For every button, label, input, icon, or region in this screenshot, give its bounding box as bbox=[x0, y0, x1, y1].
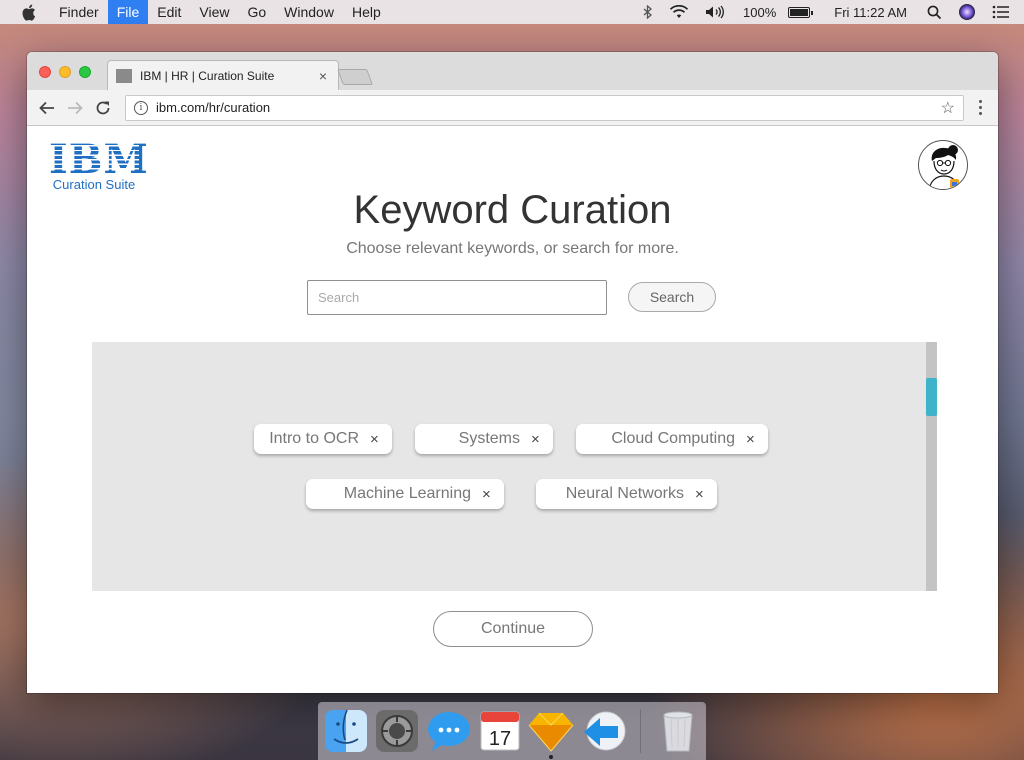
finder-icon[interactable] bbox=[324, 708, 369, 754]
remove-keyword-icon[interactable]: × bbox=[695, 486, 717, 503]
messages-icon[interactable] bbox=[426, 708, 472, 754]
search-input[interactable] bbox=[307, 280, 607, 315]
tab-title: IBM | HR | Curation Suite bbox=[140, 68, 275, 83]
zoom-window-button[interactable] bbox=[79, 66, 91, 78]
keyword-label: Systems bbox=[458, 430, 520, 447]
launchpad-icon[interactable] bbox=[375, 708, 420, 754]
bookmark-star-icon[interactable]: ☆ bbox=[941, 98, 955, 118]
continue-button[interactable]: Continue bbox=[433, 611, 593, 647]
keyword-chip[interactable]: Systems × bbox=[415, 424, 553, 454]
close-window-button[interactable] bbox=[39, 66, 51, 78]
spotlight-icon[interactable] bbox=[927, 5, 942, 20]
user-avatar[interactable] bbox=[918, 140, 968, 190]
volume-icon[interactable] bbox=[705, 5, 727, 19]
keyword-label: Intro to OCR bbox=[269, 430, 359, 447]
page-subtitle: Choose relevant keywords, or search for … bbox=[346, 240, 679, 257]
wifi-icon[interactable] bbox=[669, 5, 689, 19]
battery-icon[interactable] bbox=[788, 6, 814, 18]
menu-edit[interactable]: Edit bbox=[148, 0, 190, 24]
url-text[interactable]: ibm.com/hr/curation bbox=[156, 100, 941, 115]
menu-view[interactable]: View bbox=[190, 0, 238, 24]
keyword-chip[interactable]: Neural Networks × bbox=[536, 479, 717, 509]
keyword-label: Cloud Computing bbox=[611, 430, 735, 447]
keyword-label: Machine Learning bbox=[343, 485, 471, 502]
tab-strip: IBM | HR | Curation Suite × bbox=[27, 52, 998, 90]
page-title: Keyword Curation bbox=[353, 188, 672, 232]
notification-center-icon[interactable] bbox=[992, 5, 1010, 19]
siri-icon[interactable] bbox=[958, 3, 976, 21]
forward-icon[interactable] bbox=[63, 96, 87, 120]
menu-window[interactable]: Window bbox=[275, 0, 343, 24]
close-tab-icon[interactable]: × bbox=[316, 68, 330, 84]
new-tab-button[interactable] bbox=[337, 69, 373, 85]
search-button[interactable]: Search bbox=[628, 282, 716, 312]
battery-percent: 100% bbox=[743, 4, 777, 20]
sketch-icon[interactable] bbox=[528, 708, 574, 759]
keyword-panel: Intro to OCR × Systems × Cloud Computing… bbox=[92, 342, 937, 591]
remove-keyword-icon[interactable]: × bbox=[370, 431, 392, 448]
marvel-icon[interactable] bbox=[580, 708, 626, 754]
menu-go[interactable]: Go bbox=[238, 0, 275, 24]
reload-icon[interactable] bbox=[91, 96, 115, 120]
clock[interactable]: Fri 11:22 AM bbox=[834, 5, 907, 20]
dock-separator bbox=[640, 709, 642, 753]
browser-tab[interactable]: IBM | HR | Curation Suite × bbox=[107, 60, 339, 90]
favicon-icon bbox=[116, 68, 132, 83]
bluetooth-icon[interactable] bbox=[643, 5, 653, 19]
menu-file[interactable]: File bbox=[107, 0, 149, 24]
browser-menu-icon[interactable] bbox=[970, 100, 990, 115]
menu-app-name[interactable]: Finder bbox=[50, 0, 108, 24]
browser-toolbar: i ibm.com/hr/curation ☆ bbox=[27, 90, 998, 126]
back-icon[interactable] bbox=[35, 96, 59, 120]
remove-keyword-icon[interactable]: × bbox=[746, 431, 768, 448]
menu-bar: Finder File Edit View Go Window Help 100… bbox=[0, 0, 1024, 24]
menu-help[interactable]: Help bbox=[343, 0, 390, 24]
scrollbar-thumb[interactable] bbox=[926, 378, 937, 416]
remove-keyword-icon[interactable]: × bbox=[482, 486, 504, 503]
keyword-label: Neural Networks bbox=[565, 485, 684, 502]
trash-icon[interactable] bbox=[655, 708, 700, 754]
minimize-window-button[interactable] bbox=[59, 66, 71, 78]
apple-icon[interactable] bbox=[18, 2, 38, 22]
page-content: IBM Curation Suite Keyword Curation Choo… bbox=[27, 126, 998, 693]
keyword-chip[interactable]: Cloud Computing × bbox=[576, 424, 768, 454]
remove-keyword-icon[interactable]: × bbox=[531, 431, 553, 448]
ibm-logo[interactable]: IBM Curation Suite bbox=[49, 136, 149, 192]
keyword-chip[interactable]: Intro to OCR × bbox=[254, 424, 392, 454]
dock: 17 bbox=[318, 702, 706, 760]
calendar-day: 17 bbox=[489, 728, 511, 750]
calendar-icon[interactable]: 17 bbox=[478, 708, 523, 754]
window-controls bbox=[39, 66, 91, 78]
site-info-icon[interactable]: i bbox=[134, 100, 148, 115]
keyword-chip[interactable]: Machine Learning × bbox=[306, 479, 504, 509]
address-bar[interactable]: i ibm.com/hr/curation ☆ bbox=[125, 94, 964, 121]
logo-wordmark: IBM bbox=[49, 136, 149, 183]
browser-window: IBM | HR | Curation Suite × i ibm.com/hr… bbox=[27, 52, 998, 693]
